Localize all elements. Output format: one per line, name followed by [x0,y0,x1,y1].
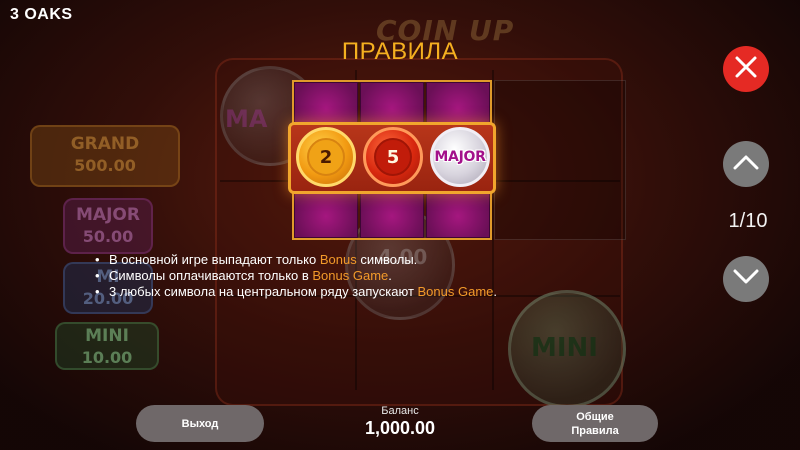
chevron-up-icon [733,154,759,175]
previous-page-button[interactable] [723,141,769,187]
jackpot-grand: GRAND 500.00 [30,125,180,187]
balance-value: 1,000.00 [364,418,436,438]
grid-cell [360,190,424,238]
bonus-coin: 5 [363,127,423,187]
rules-list: В основной игре выпадают только Bonus си… [95,252,615,300]
bonus-coin: 2 [296,127,356,187]
next-page-button[interactable] [723,256,769,302]
coin-value: 5 [374,138,412,176]
inactive-reel-area [494,80,626,240]
exit-button[interactable]: Выход [136,405,264,442]
jackpot-major: MAJOR 50.00 [63,198,153,254]
close-icon [734,55,758,84]
rule-text: . [388,268,392,283]
major-jackpot-coin: MAJOR [430,127,490,187]
balance-label: Баланс [381,405,419,417]
rule-item: Символы оплачиваются только в Bonus Game… [95,268,615,284]
page-title: ПРАВИЛА [341,38,459,65]
provider-title: 3 OAKS [10,6,73,23]
jackpot-name: GRAND [70,134,140,154]
jackpot-name: MINI [85,326,129,346]
jackpot-value: 50.00 [82,227,134,246]
jackpot-value: 10.00 [81,348,133,367]
background-coin-label: MA [225,105,268,133]
grid-cell [426,190,490,238]
jackpot-mini: MINI 10.00 [55,322,159,370]
rule-highlight: Bonus Game [417,284,494,299]
rule-text: символы. [356,252,418,267]
chevron-down-icon [733,269,759,290]
coin-value: 2 [307,138,345,176]
rule-text: . [493,284,498,299]
rule-highlight: Bonus [319,252,357,267]
background-coin-label: MINI [531,333,598,363]
grid-cell [294,190,358,238]
close-button[interactable] [723,46,769,92]
jackpot-value: 500.00 [74,156,136,175]
general-rules-button[interactable]: Общие Правила [532,405,658,442]
rule-text: Символы оплачиваются только в [109,268,313,283]
rule-item: В основной игре выпадают только Bonus си… [95,252,615,268]
coin-jackpot-label: MAJOR [434,149,486,165]
rule-item: 3 любых символа на центральном ряду запу… [95,284,615,300]
rule-highlight: Bonus Game [312,268,389,283]
background-coin: MINI [508,290,626,408]
page-counter: 1/10 [728,210,768,232]
jackpot-name: MAJOR [76,205,140,225]
rule-text: В основной игре выпадают только [109,252,320,267]
rule-text: 3 любых символа на центральном ряду запу… [109,284,418,299]
